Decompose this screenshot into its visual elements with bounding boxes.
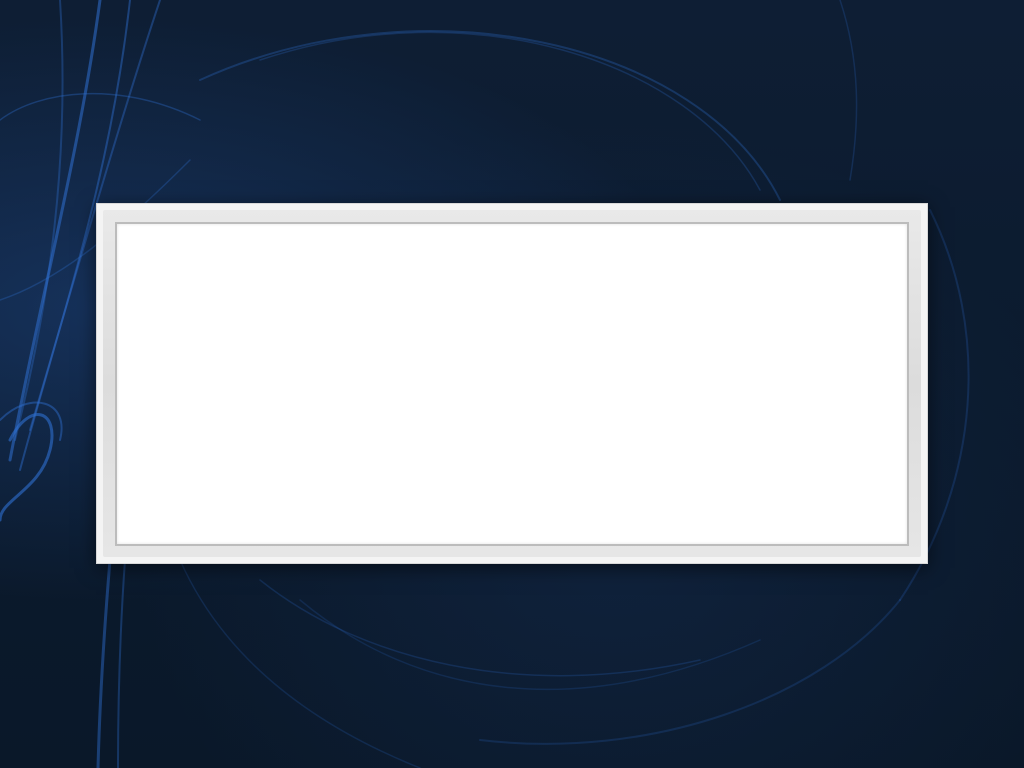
desktop-background: [0, 0, 1024, 768]
dialog-window: [96, 203, 928, 564]
dialog-content-area: [115, 222, 909, 546]
